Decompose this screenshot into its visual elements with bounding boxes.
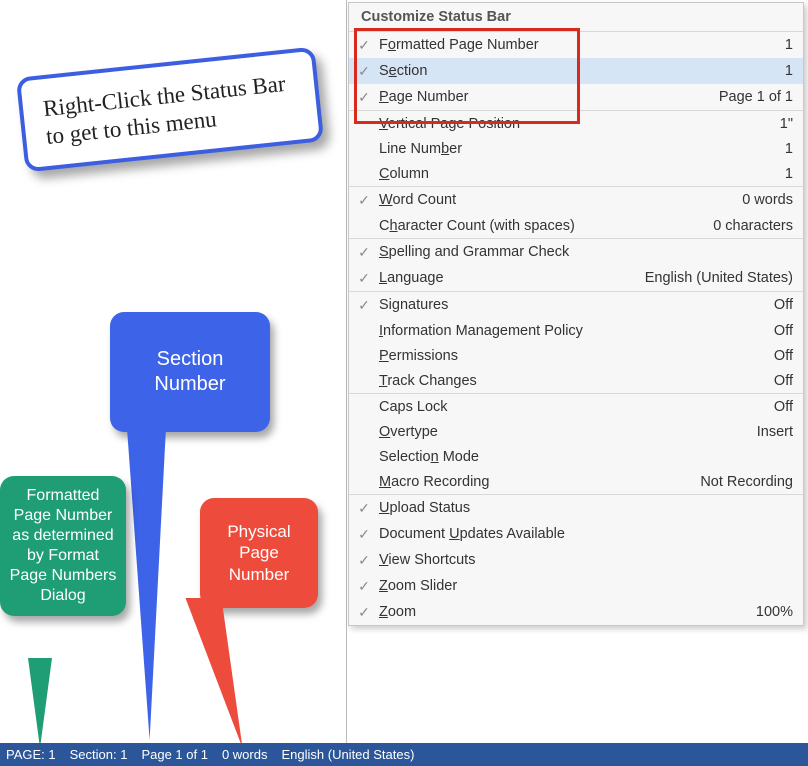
check-icon: ✓ — [349, 578, 379, 595]
menu-item-label: Document Updates Available — [379, 526, 785, 542]
menu-group: ✓SignaturesOffInformation Management Pol… — [349, 291, 803, 393]
menu-item-label: Caps Lock — [379, 399, 766, 415]
menu-item-label: View Shortcuts — [379, 552, 785, 568]
menu-item[interactable]: ✓Zoom100% — [349, 599, 803, 625]
menu-item[interactable]: ✓Section1 — [349, 58, 803, 84]
menu-item[interactable]: Information Management PolicyOff — [349, 318, 803, 343]
menu-group: Vertical Page Position1"Line Number1Colu… — [349, 110, 803, 186]
menu-item-label: Upload Status — [379, 500, 785, 516]
menu-item-value: Not Recording — [692, 474, 793, 490]
status-page-of[interactable]: Page 1 of 1 — [141, 747, 208, 762]
menu-item[interactable]: ✓Zoom Slider — [349, 573, 803, 599]
check-icon: ✓ — [349, 270, 379, 287]
menu-item[interactable]: Column1 — [349, 161, 803, 186]
menu-item-value: 0 characters — [705, 218, 793, 234]
menu-item-value: Page 1 of 1 — [711, 89, 793, 105]
menu-item-label: Vertical Page Position — [379, 116, 772, 132]
menu-item-value: Off — [766, 373, 793, 389]
menu-item-value: 1 — [777, 166, 793, 182]
menu-item-label: Permissions — [379, 348, 766, 364]
menu-item[interactable]: PermissionsOff — [349, 343, 803, 368]
menu-item[interactable]: ✓SignaturesOff — [349, 292, 803, 318]
menu-item-label: Zoom Slider — [379, 578, 785, 594]
menu-group: Caps LockOffOvertypeInsertSelection Mode… — [349, 393, 803, 494]
menu-item-value: 1" — [772, 116, 793, 132]
menu-item[interactable]: ✓Upload Status — [349, 495, 803, 521]
menu-item-label: Macro Recording — [379, 474, 692, 490]
menu-item[interactable]: Line Number1 — [349, 136, 803, 161]
menu-item[interactable]: Character Count (with spaces)0 character… — [349, 213, 803, 238]
menu-item-value: Insert — [749, 424, 793, 440]
menu-item-value: 1 — [777, 63, 793, 79]
menu-item-label: Track Changes — [379, 373, 766, 389]
check-icon: ✓ — [349, 244, 379, 261]
menu-item[interactable]: ✓LanguageEnglish (United States) — [349, 265, 803, 291]
menu-item[interactable]: ✓Formatted Page Number1 — [349, 32, 803, 58]
menu-item-label: Signatures — [379, 297, 766, 313]
menu-item-label: Formatted Page Number — [379, 37, 777, 53]
menu-item[interactable]: OvertypeInsert — [349, 419, 803, 444]
menu-item-label: Overtype — [379, 424, 749, 440]
menu-title: Customize Status Bar — [349, 3, 803, 31]
status-page[interactable]: PAGE: 1 — [6, 747, 56, 762]
menu-item-value: 1 — [777, 37, 793, 53]
callout-section-number: Section Number — [110, 312, 270, 432]
check-icon: ✓ — [349, 526, 379, 543]
status-word-count[interactable]: 0 words — [222, 747, 268, 762]
menu-item-value: Off — [766, 348, 793, 364]
callout-instruction: Right-Click the Status Bar to get to thi… — [16, 47, 324, 173]
callout-formatted-page-number: Formatted Page Number as determined by F… — [0, 476, 126, 616]
menu-item[interactable]: ✓Page NumberPage 1 of 1 — [349, 84, 803, 110]
menu-item-label: Character Count (with spaces) — [379, 218, 705, 234]
menu-item[interactable]: Selection Mode — [349, 444, 803, 469]
check-icon: ✓ — [349, 604, 379, 621]
status-bar[interactable]: PAGE: 1 Section: 1 Page 1 of 1 0 words E… — [0, 743, 808, 766]
menu-item-label: Information Management Policy — [379, 323, 766, 339]
menu-item-label: Line Number — [379, 141, 777, 157]
check-icon: ✓ — [349, 500, 379, 517]
status-language[interactable]: English (United States) — [281, 747, 414, 762]
menu-item-value: 0 words — [734, 192, 793, 208]
callout-physical-page-number: Physical Page Number — [200, 498, 318, 608]
menu-item-value: Off — [766, 399, 793, 415]
check-icon: ✓ — [349, 89, 379, 106]
callout-text: Physical Page Number — [212, 521, 306, 585]
menu-group: ✓Spelling and Grammar Check✓LanguageEngl… — [349, 238, 803, 291]
menu-item-label: Page Number — [379, 89, 711, 105]
status-section[interactable]: Section: 1 — [70, 747, 128, 762]
check-icon: ✓ — [349, 63, 379, 80]
menu-item[interactable]: ✓View Shortcuts — [349, 547, 803, 573]
menu-item-label: Selection Mode — [379, 449, 785, 465]
menu-item-value: 100% — [748, 604, 793, 620]
menu-item-value: English (United States) — [637, 270, 793, 286]
check-icon: ✓ — [349, 192, 379, 209]
menu-item-value: Off — [766, 323, 793, 339]
callout-text: Section Number — [122, 347, 258, 397]
page-edge-divider — [346, 0, 347, 743]
menu-item-label: Language — [379, 270, 637, 286]
check-icon: ✓ — [349, 552, 379, 569]
menu-item-value: 1 — [777, 141, 793, 157]
customize-status-bar-menu: Customize Status Bar ✓Formatted Page Num… — [348, 2, 804, 626]
menu-item[interactable]: ✓Document Updates Available — [349, 521, 803, 547]
menu-item[interactable]: Caps LockOff — [349, 394, 803, 419]
menu-item-label: Section — [379, 63, 777, 79]
check-icon: ✓ — [349, 37, 379, 54]
menu-item-value: Off — [766, 297, 793, 313]
menu-item[interactable]: ✓Spelling and Grammar Check — [349, 239, 803, 265]
menu-group: ✓Upload Status✓Document Updates Availabl… — [349, 494, 803, 625]
menu-item-label: Column — [379, 166, 777, 182]
menu-item[interactable]: ✓Word Count0 words — [349, 187, 803, 213]
menu-item-label: Spelling and Grammar Check — [379, 244, 785, 260]
menu-item[interactable]: Vertical Page Position1" — [349, 111, 803, 136]
check-icon: ✓ — [349, 297, 379, 314]
menu-item-label: Word Count — [379, 192, 734, 208]
menu-item[interactable]: Track ChangesOff — [349, 368, 803, 393]
menu-item[interactable]: Macro RecordingNot Recording — [349, 469, 803, 494]
menu-item-label: Zoom — [379, 604, 748, 620]
callout-text: Formatted Page Number as determined by F… — [10, 487, 117, 604]
menu-group: ✓Formatted Page Number1✓Section1✓Page Nu… — [349, 31, 803, 110]
menu-group: ✓Word Count0 wordsCharacter Count (with … — [349, 186, 803, 238]
